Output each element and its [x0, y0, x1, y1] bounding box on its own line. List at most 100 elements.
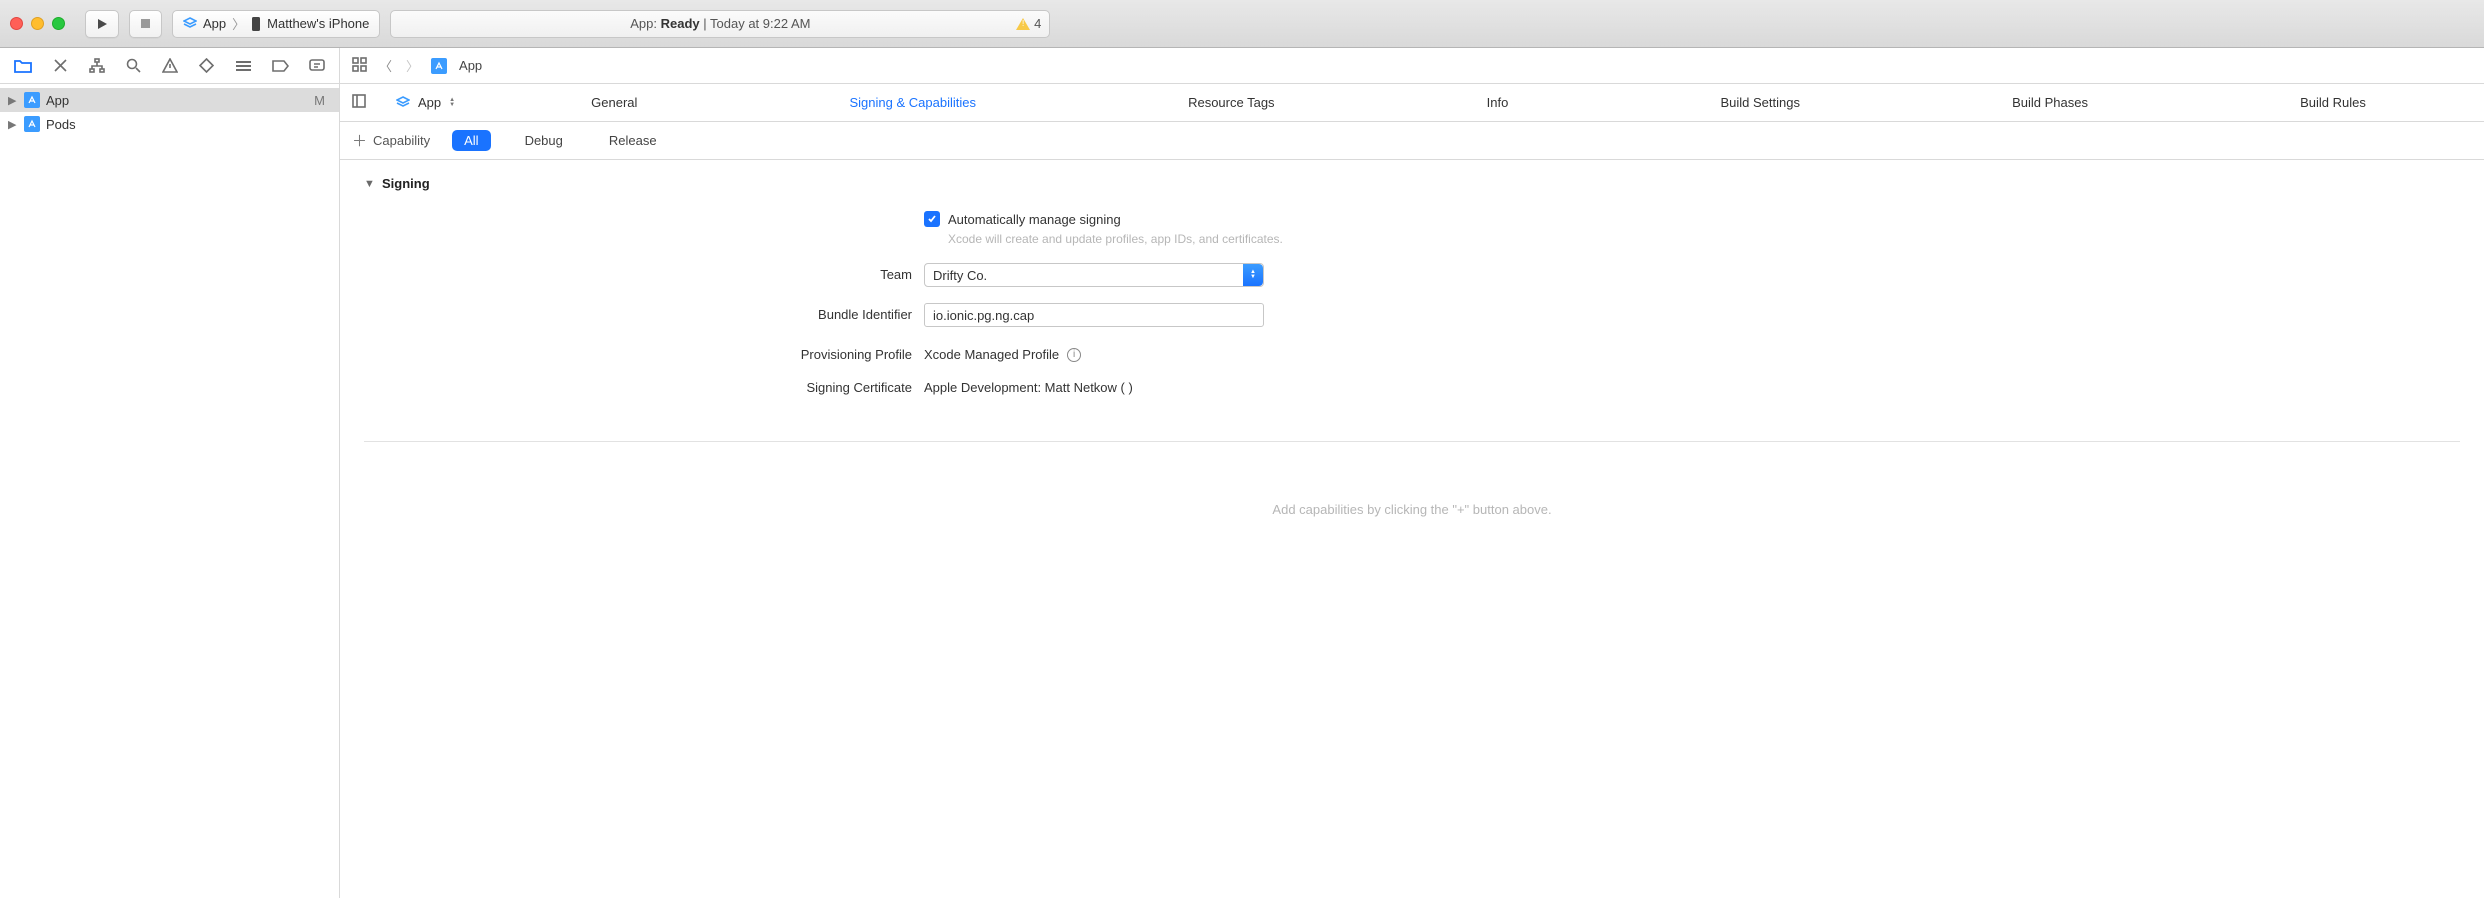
filter-debug[interactable]: Debug: [513, 130, 575, 151]
tree-item-status: M: [314, 93, 325, 108]
navigator-tabs: [0, 48, 339, 84]
project-navigator-tab[interactable]: [14, 57, 32, 75]
report-icon: [309, 59, 325, 73]
hierarchy-icon: [89, 58, 105, 73]
toolbar: App 〉 Matthew's iPhone App: Ready | Toda…: [0, 0, 2484, 48]
find-navigator-tab[interactable]: [125, 57, 142, 75]
signing-certificate-label: Signing Certificate: [724, 376, 924, 395]
updown-icon: ▲▼: [449, 98, 455, 108]
test-navigator-tab[interactable]: [198, 57, 215, 75]
run-button[interactable]: [85, 10, 119, 38]
scheme-separator-icon: 〉: [232, 14, 245, 33]
sidebar-toggle-icon: [352, 94, 366, 108]
team-label: Team: [724, 263, 924, 282]
grid-icon: [352, 57, 367, 72]
issue-navigator-tab[interactable]: [162, 57, 179, 75]
device-icon: [251, 16, 261, 32]
tree-item-label: App: [46, 93, 308, 108]
jump-bar: 〈 〉 App: [340, 48, 2484, 84]
team-value: Drifty Co.: [933, 268, 987, 283]
select-arrows-icon: ▲▼: [1243, 264, 1263, 286]
tab-resource-tags[interactable]: Resource Tags: [1184, 87, 1278, 118]
app-scheme-icon: [396, 96, 410, 110]
breakpoint-navigator-tab[interactable]: [272, 57, 289, 75]
warning-triangle-icon: [162, 58, 178, 73]
show-targets-button[interactable]: [352, 94, 366, 111]
signing-section-title: Signing: [382, 176, 430, 191]
tab-build-phases[interactable]: Build Phases: [2008, 87, 2092, 118]
target-name: App: [418, 95, 441, 110]
team-selector[interactable]: Drifty Co. ▲▼: [924, 263, 1264, 287]
plus-icon: ＋: [352, 130, 367, 151]
back-button[interactable]: 〈: [379, 56, 392, 75]
app-scheme-icon: [183, 17, 197, 31]
filter-release[interactable]: Release: [597, 130, 669, 151]
issues-count: 4: [1034, 16, 1041, 31]
stop-button[interactable]: [129, 10, 162, 38]
project-icon: [431, 58, 447, 74]
folder-icon: [14, 58, 32, 73]
search-icon: [126, 58, 141, 73]
warning-icon: [1016, 18, 1030, 30]
add-capability-label: Capability: [373, 133, 430, 148]
signing-section: ▼ Signing Automatically manage signing: [340, 160, 2484, 423]
info-icon[interactable]: i: [1067, 348, 1081, 362]
gauge-icon: [235, 59, 252, 72]
bundle-id-field[interactable]: [924, 303, 1264, 327]
navigator-panel: ▶ App M ▶ Pods: [0, 48, 340, 898]
filter-all[interactable]: All: [452, 130, 490, 151]
signing-section-header[interactable]: ▼ Signing: [364, 176, 2460, 191]
forward-button[interactable]: 〉: [406, 56, 419, 75]
disclosure-triangle-icon: ▼: [364, 178, 374, 190]
history-nav: 〈 〉: [379, 56, 419, 75]
stop-icon: [140, 18, 151, 29]
disclosure-triangle-icon[interactable]: ▶: [8, 94, 18, 107]
auto-manage-signing-label: Automatically manage signing: [948, 212, 1121, 227]
tab-signing-capabilities[interactable]: Signing & Capabilities: [846, 87, 980, 118]
add-capability-button[interactable]: ＋ Capability: [352, 130, 430, 151]
project-editor-tabs: General Signing & Capabilities Resource …: [485, 87, 2472, 118]
provisioning-profile-value: Xcode Managed Profile: [924, 347, 1059, 362]
source-control-icon: [53, 58, 68, 73]
activity-status: App: Ready | Today at 9:22 AM 4: [390, 10, 1050, 38]
status-text: App: Ready | Today at 9:22 AM: [630, 16, 810, 31]
capability-filter-bar: ＋ Capability All Debug Release: [340, 122, 2484, 160]
breakpoint-icon: [272, 60, 289, 72]
target-selector[interactable]: App ▲▼: [396, 95, 455, 110]
auto-manage-signing-checkbox[interactable]: [924, 211, 940, 227]
debug-navigator-tab[interactable]: [235, 57, 252, 75]
tab-general[interactable]: General: [587, 87, 641, 118]
scheme-selector[interactable]: App 〉 Matthew's iPhone: [172, 10, 380, 38]
report-navigator-tab[interactable]: [309, 57, 326, 75]
tab-build-settings[interactable]: Build Settings: [1716, 87, 1804, 118]
editor-area: 〈 〉 App App ▲▼ General Signing & Ca: [340, 48, 2484, 898]
related-items-button[interactable]: [352, 57, 367, 75]
scheme-name: App: [203, 16, 226, 31]
tree-item-app[interactable]: ▶ App M: [0, 88, 339, 112]
diamond-icon: [199, 58, 214, 73]
source-control-navigator-tab[interactable]: [52, 57, 69, 75]
checkmark-icon: [927, 214, 937, 224]
tree-item-pods[interactable]: ▶ Pods: [0, 112, 339, 136]
auto-manage-signing-helper: Xcode will create and update profiles, a…: [948, 231, 1288, 247]
project-icon: [24, 92, 40, 108]
zoom-window-button[interactable]: [52, 17, 65, 30]
scheme-destination: Matthew's iPhone: [267, 16, 369, 31]
minimize-window-button[interactable]: [31, 17, 44, 30]
disclosure-triangle-icon[interactable]: ▶: [8, 118, 18, 131]
tab-info[interactable]: Info: [1483, 87, 1513, 118]
symbol-navigator-tab[interactable]: [89, 57, 106, 75]
section-divider: [364, 441, 2460, 442]
project-tree: ▶ App M ▶ Pods: [0, 84, 339, 140]
tree-item-label: Pods: [46, 117, 331, 132]
project-icon: [24, 116, 40, 132]
jump-bar-crumb[interactable]: App: [459, 58, 482, 73]
close-window-button[interactable]: [10, 17, 23, 30]
issues-indicator[interactable]: 4: [1016, 16, 1041, 31]
capabilities-placeholder: Add capabilities by clicking the "+" but…: [340, 502, 2484, 517]
play-icon: [96, 18, 108, 30]
project-editor-header: App ▲▼ General Signing & Capabilities Re…: [340, 84, 2484, 122]
provisioning-profile-label: Provisioning Profile: [724, 343, 924, 362]
signing-certificate-value: Apple Development: Matt Netkow ( ): [924, 380, 1133, 395]
tab-build-rules[interactable]: Build Rules: [2296, 87, 2370, 118]
